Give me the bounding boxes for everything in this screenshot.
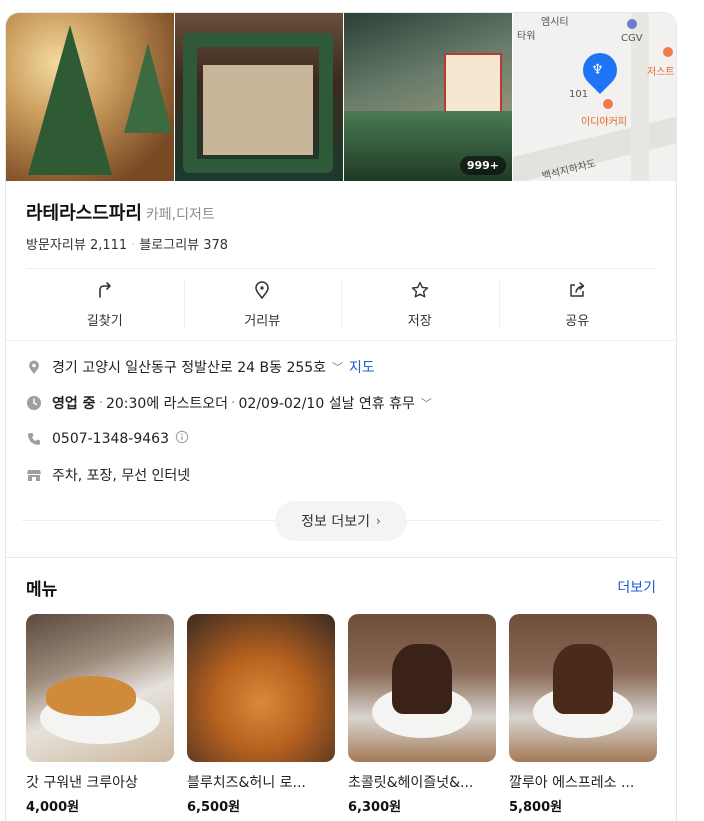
map-label: CGV (621, 33, 643, 44)
phone-icon (26, 431, 42, 447)
croissant (46, 676, 136, 716)
save-label: 저장 (407, 314, 432, 329)
menu-list: 갓 구워낸 크루아상 4,000원 블루치즈&허니 로... 6,500원 초콜… (26, 614, 657, 815)
menu-item-price: 6,500원 (187, 800, 241, 815)
menu-item-name: 초콜릿&헤이즐넛&... (348, 775, 474, 791)
menu-item-name: 블루치즈&허니 로... (187, 775, 306, 791)
menu-item-price: 4,000원 (26, 800, 80, 815)
info-icon[interactable] (175, 430, 189, 448)
photo-storefront[interactable] (175, 13, 343, 181)
place-category: 카페,디저트 (145, 207, 215, 223)
menu-item[interactable]: 갓 구워낸 크루아상 4,000원 (26, 614, 174, 815)
tree-decoration-small (124, 43, 172, 133)
address-row: 경기 고양시 일산동구 정발산로 24 B동 255호 ﹀ 지도 (26, 357, 375, 377)
directions-icon (98, 282, 111, 298)
more-info-button[interactable]: 정보 더보기 › (275, 501, 407, 541)
blog-review-count[interactable]: 378 (203, 238, 228, 253)
menu-item[interactable]: 깔루아 에스프레소 ... 5,800원 (509, 614, 657, 815)
visitor-review-count[interactable]: 2,111 (90, 238, 127, 253)
action-bar: 길찾기 거리뷰 저장 공유 (26, 280, 656, 330)
photo-interior[interactable]: 999+ (344, 13, 512, 181)
share-button[interactable]: 공유 (498, 280, 657, 330)
save-button[interactable]: 저장 (341, 280, 499, 330)
menu-image[interactable] (509, 614, 657, 762)
review-summary: 방문자리뷰 2,111 · 블로그리뷰 378 (26, 238, 229, 253)
amenities-text: 주차, 포장, 무선 인터넷 (52, 468, 191, 484)
share-icon (570, 282, 585, 297)
photo-count-badge: 999+ (459, 156, 506, 175)
street-view-button[interactable]: 거리뷰 (183, 280, 342, 330)
phone-number[interactable]: 0507-1348-9463 (52, 431, 169, 447)
cafe-marker-icon (663, 47, 673, 57)
menu-item[interactable]: 초콜릿&헤이즐넛&... 6,300원 (348, 614, 496, 815)
photo-strip: 999+ 엠시티 타워 CGV 저스트 101 ♆ 이디야커피 백석지하차도 (6, 13, 676, 181)
chevron-down-icon[interactable]: ﹀ (421, 395, 432, 411)
map-link[interactable]: 지도 (349, 357, 375, 377)
location-pin-icon (26, 359, 42, 375)
address-text[interactable]: 경기 고양시 일산동구 정발산로 24 B동 255호 (52, 357, 326, 377)
muffin (392, 644, 452, 714)
window-interior (203, 65, 313, 155)
map-label: 이디야커피 (581, 117, 627, 128)
muffin (553, 644, 613, 714)
map-thumbnail[interactable]: 엠시티 타워 CGV 저스트 101 ♆ 이디야커피 백석지하차도 (513, 13, 676, 181)
amenities-row: 주차, 포장, 무선 인터넷 (26, 465, 190, 485)
photo-christmas-tree[interactable] (6, 13, 174, 181)
street-view-label: 거리뷰 (244, 314, 281, 329)
map-label: 타워 (517, 31, 536, 42)
visitor-review-label[interactable]: 방문자리뷰 (26, 238, 86, 253)
share-label: 공유 (565, 314, 590, 329)
chevron-right-icon: › (376, 514, 381, 528)
menu-image[interactable] (187, 614, 335, 762)
menu-title: 메뉴 (26, 580, 58, 600)
directions-label: 길찾기 (86, 314, 123, 329)
holiday-text: 02/09-02/10 설날 연휴 휴무 (238, 396, 415, 412)
menu-item-price: 6,300원 (348, 800, 402, 815)
menu-item-price: 5,800원 (509, 800, 563, 815)
blog-review-label[interactable]: 블로그리뷰 (139, 238, 199, 253)
clock-icon (26, 395, 42, 411)
menu-more-link[interactable]: 더보기 (617, 577, 656, 597)
place-name[interactable]: 라테라스드파리 (26, 203, 142, 224)
menu-item-name: 깔루아 에스프레소 ... (509, 775, 635, 791)
location-pin-icon: ♆ (575, 45, 625, 95)
divider (26, 268, 656, 269)
cgv-icon (627, 19, 637, 29)
phone-row: 0507-1348-9463 (26, 429, 189, 449)
chevron-down-icon[interactable]: ﹀ (332, 359, 343, 375)
section-divider (6, 557, 676, 558)
place-title: 라테라스드파리 카페,디저트 (26, 199, 215, 225)
menu-item[interactable]: 블루치즈&허니 로... 6,500원 (187, 614, 335, 815)
map-label: 엠시티 (541, 17, 569, 28)
star-icon (411, 281, 428, 298)
map-label: 101 (569, 89, 589, 100)
store-icon (26, 467, 42, 483)
more-info-label: 정보 더보기 (301, 514, 371, 530)
hours-row: 영업 중 · 20:30에 라스트오더 · 02/09-02/10 설날 연휴 … (26, 393, 432, 413)
last-order-text: 20:30에 라스트오더 (105, 396, 229, 412)
place-card: 999+ 엠시티 타워 CGV 저스트 101 ♆ 이디야커피 백석지하차도 라… (5, 12, 677, 821)
menu-image[interactable] (26, 614, 174, 762)
location-icon (255, 281, 270, 300)
directions-button[interactable]: 길찾기 (26, 280, 184, 330)
map-label: 저스트 (647, 67, 675, 78)
cafe-marker-icon (603, 99, 613, 109)
divider (6, 340, 676, 341)
menu-image[interactable] (348, 614, 496, 762)
menu-item-name: 갓 구워낸 크루아상 (26, 775, 138, 791)
tree-decoration (28, 25, 112, 175)
open-status: 영업 중 (52, 396, 96, 412)
